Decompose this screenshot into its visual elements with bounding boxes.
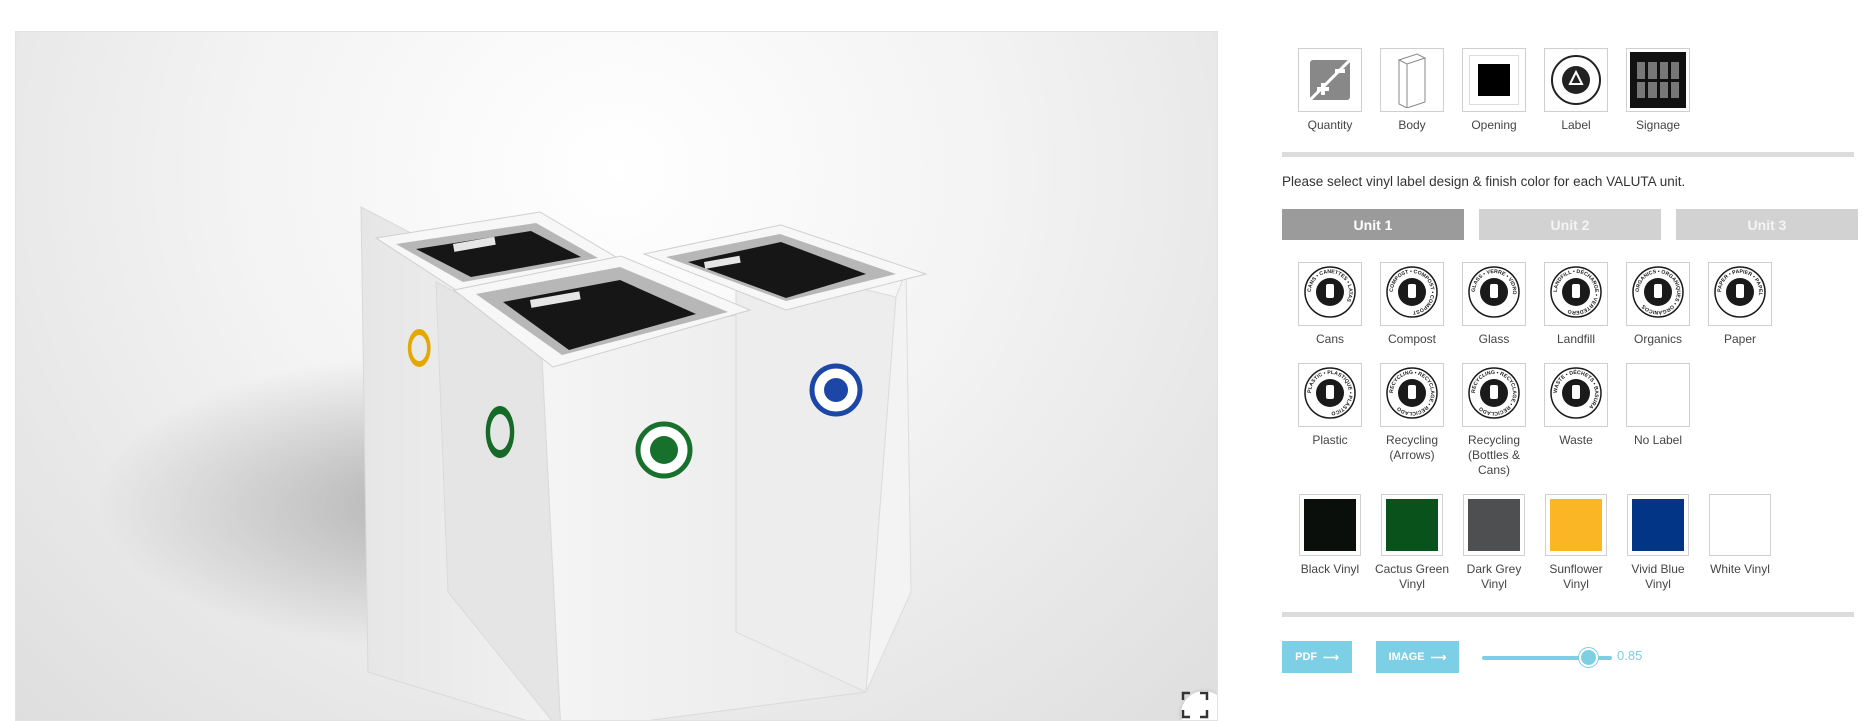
label-option-text: Waste	[1559, 433, 1593, 447]
opening-icon	[1469, 55, 1519, 105]
vinyl-color-row: Black Vinyl Cactus Green Vinyl Dark Grey…	[1289, 494, 1781, 592]
label-option-recycling-arrows[interactable]: RECYCLING • RECYCLAGE • RECICLADO Recycli…	[1371, 363, 1453, 478]
pdf-button-label: PDF	[1295, 651, 1318, 663]
section-divider	[1282, 152, 1854, 157]
label-option-organics[interactable]: ORGANICS • ORGANIQUES • ORGÁNICOS Organic…	[1617, 262, 1699, 347]
label-option-recycling-bottles[interactable]: RECYCLING • RECYCLAGE • RECICLADO Recycli…	[1453, 363, 1535, 478]
quantity-icon	[1309, 59, 1351, 101]
label-option-text: Landfill	[1556, 332, 1596, 346]
category-label: Quantity	[1307, 118, 1353, 132]
unit-tabs: Unit 1 Unit 2 Unit 3	[1282, 209, 1858, 240]
compost-icon: COMPOST • COMPOST • COMPOST	[1386, 265, 1438, 323]
zoom-slider[interactable]	[1482, 648, 1612, 667]
tab-unit-3[interactable]: Unit 3	[1676, 209, 1858, 240]
tab-unit-2[interactable]: Unit 2	[1479, 209, 1661, 240]
label-option-plastic[interactable]: PLASTIC • PLASTIQUE • PLÁSTICO Plastic	[1289, 363, 1371, 478]
tab-unit-1[interactable]: Unit 1	[1282, 209, 1464, 240]
label-option-landfill[interactable]: LANDFILL • DÉCHARGE • VERTEDERO Landfill	[1535, 262, 1617, 347]
color-sunflower-vinyl[interactable]: Sunflower Vinyl	[1535, 494, 1617, 592]
color-dark-grey-vinyl[interactable]: Dark Grey Vinyl	[1453, 494, 1535, 592]
pdf-export-button[interactable]: PDF ⟶	[1282, 641, 1352, 673]
fullscreen-button[interactable]	[1181, 691, 1217, 720]
category-label: Opening	[1471, 118, 1517, 132]
waste-icon: WASTE • DÉCHETS • BASURA	[1550, 366, 1602, 424]
cans-icon: CANS • CANETTES • LATAS	[1304, 265, 1356, 323]
color-swatch	[1632, 499, 1684, 551]
color-label: Black Vinyl	[1300, 562, 1360, 576]
recycling-label-icon	[1551, 55, 1601, 105]
bin-render	[96, 206, 928, 720]
label-option-text: Organics	[1633, 332, 1683, 346]
color-label: Vivid Blue Vinyl	[1631, 562, 1685, 591]
paper-icon: PAPER • PAPIER • PAPEL	[1714, 265, 1766, 323]
configurator-panel: Quantity Body Opening Label Signage Plea…	[1282, 0, 1858, 699]
arrow-right-icon: ⟶	[1323, 651, 1339, 664]
label-row-2: PLASTIC • PLASTIQUE • PLÁSTICO Plastic RE…	[1289, 363, 1699, 478]
body-icon	[1397, 53, 1427, 108]
category-signage[interactable]: Signage	[1617, 48, 1699, 133]
zoom-value: 0.85	[1617, 648, 1643, 663]
label-option-text: Cans	[1315, 332, 1344, 346]
label-option-text: Plastic	[1312, 433, 1348, 447]
label-option-cans[interactable]: CANS • CANETTES • LATAS Cans	[1289, 262, 1371, 347]
color-label: Cactus Green Vinyl	[1374, 562, 1450, 591]
category-opening[interactable]: Opening	[1453, 48, 1535, 133]
slider-handle[interactable]	[1579, 648, 1598, 667]
color-label: Dark Grey Vinyl	[1466, 562, 1522, 591]
label-option-waste[interactable]: WASTE • DÉCHETS • BASURA Waste	[1535, 363, 1617, 478]
glass-icon: GLASS • VERRE • VIDRO	[1468, 265, 1520, 323]
landfill-icon: LANDFILL • DÉCHARGE • VERTEDERO	[1550, 265, 1602, 323]
color-swatch	[1550, 499, 1602, 551]
image-export-button[interactable]: IMAGE ⟶	[1376, 641, 1459, 673]
label-row-1: CANS • CANETTES • LATAS Cans COMPOST • CO…	[1289, 262, 1781, 347]
color-swatch	[1386, 499, 1438, 551]
category-body[interactable]: Body	[1371, 48, 1453, 133]
color-swatch	[1468, 499, 1520, 551]
category-label-text: Label	[1561, 118, 1591, 132]
category-label[interactable]: Label	[1535, 48, 1617, 133]
category-label: Signage	[1635, 118, 1681, 132]
arrow-right-icon: ⟶	[1430, 651, 1447, 664]
color-swatch	[1714, 499, 1766, 551]
category-tabs: Quantity Body Opening Label Signage	[1289, 48, 1699, 133]
color-black-vinyl[interactable]: Black Vinyl	[1289, 494, 1371, 592]
label-option-compost[interactable]: COMPOST • COMPOST • COMPOST Compost	[1371, 262, 1453, 347]
label-option-paper[interactable]: PAPER • PAPIER • PAPEL Paper	[1699, 262, 1781, 347]
instruction-text: Please select vinyl label design & finis…	[1282, 174, 1686, 189]
organics-icon: ORGANICS • ORGANIQUES • ORGÁNICOS	[1632, 265, 1684, 323]
color-label: White Vinyl	[1710, 562, 1770, 576]
label-option-text: No Label	[1633, 433, 1683, 447]
color-cactus-green-vinyl[interactable]: Cactus Green Vinyl	[1371, 494, 1453, 592]
plastic-icon: PLASTIC • PLASTIQUE • PLÁSTICO	[1304, 366, 1356, 424]
color-label: Sunflower Vinyl	[1549, 562, 1603, 591]
label-option-text: Compost	[1387, 332, 1437, 346]
color-swatch	[1304, 499, 1356, 551]
category-quantity[interactable]: Quantity	[1289, 48, 1371, 133]
color-white-vinyl[interactable]: White Vinyl	[1699, 494, 1781, 592]
recycling-bottles-icon: RECYCLING • RECYCLAGE • RECICLADO	[1468, 366, 1520, 424]
label-option-text: Recycling (Arrows)	[1385, 433, 1439, 462]
image-button-label: IMAGE	[1388, 651, 1425, 663]
label-option-glass[interactable]: GLASS • VERRE • VIDRO Glass	[1453, 262, 1535, 347]
signage-icon	[1630, 52, 1686, 108]
section-divider	[1282, 612, 1854, 617]
label-option-text: Glass	[1478, 332, 1510, 346]
expand-icon	[1181, 691, 1209, 719]
category-label: Body	[1398, 118, 1426, 132]
label-option-no-label[interactable]: No Label	[1617, 363, 1699, 478]
label-option-text: Paper	[1723, 332, 1757, 346]
3d-preview-viewport[interactable]	[15, 31, 1218, 721]
recycling-arrows-icon: RECYCLING • RECYCLAGE • RECICLADO	[1386, 366, 1438, 424]
color-vivid-blue-vinyl[interactable]: Vivid Blue Vinyl	[1617, 494, 1699, 592]
label-option-text: Recycling (Bottles & Cans)	[1467, 433, 1521, 477]
